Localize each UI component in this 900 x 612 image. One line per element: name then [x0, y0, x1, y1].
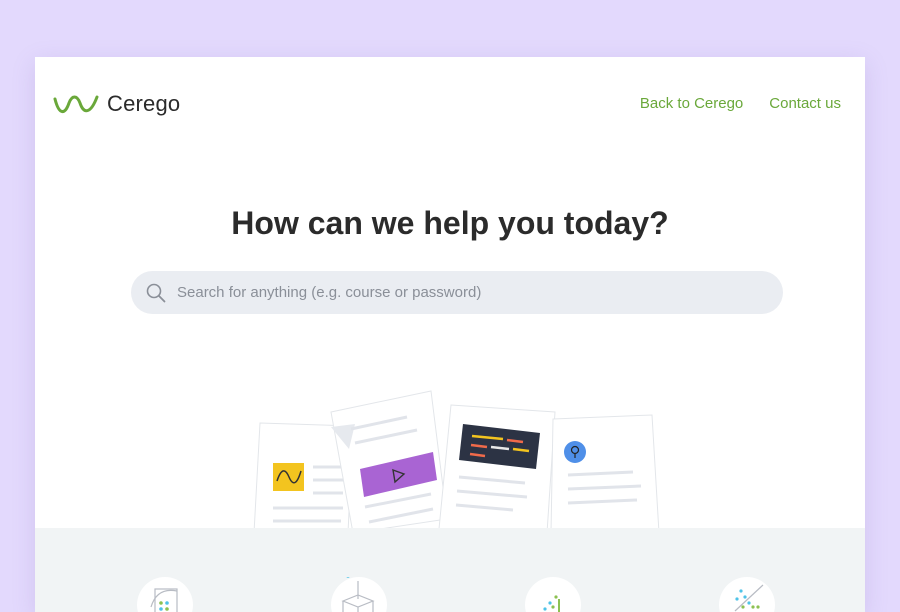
scatter-growth-icon — [543, 595, 560, 612]
logo-link[interactable]: Cerego — [53, 91, 180, 117]
page-title: How can we help you today? — [231, 205, 669, 241]
header: Cerego Back to Cerego Contact us — [35, 57, 865, 152]
category-scatter-growth-icon[interactable] — [525, 577, 581, 612]
search-bar[interactable] — [131, 271, 783, 314]
open-box-icon — [341, 573, 375, 612]
top-nav: Back to Cerego Contact us — [614, 95, 841, 112]
chart-document-icon — [150, 588, 178, 612]
document-video-card — [330, 390, 448, 534]
document-chart-card — [253, 422, 354, 534]
search-input[interactable] — [175, 276, 759, 309]
brand-name: Cerego — [107, 91, 181, 116]
back-to-cerego-link[interactable]: Back to Cerego — [640, 95, 743, 112]
help-center-window: Cerego Back to Cerego Contact us How can… — [35, 57, 865, 612]
document-code-card — [438, 404, 556, 534]
network-icon — [734, 584, 764, 612]
category-chart-document-icon[interactable] — [137, 577, 193, 612]
category-open-box-icon[interactable] — [331, 573, 387, 612]
wave-icon — [53, 95, 99, 113]
search-icon — [146, 283, 166, 302]
document-idea-card — [550, 414, 660, 534]
category-network-icon[interactable] — [719, 577, 775, 612]
contact-us-link[interactable]: Contact us — [769, 95, 841, 112]
